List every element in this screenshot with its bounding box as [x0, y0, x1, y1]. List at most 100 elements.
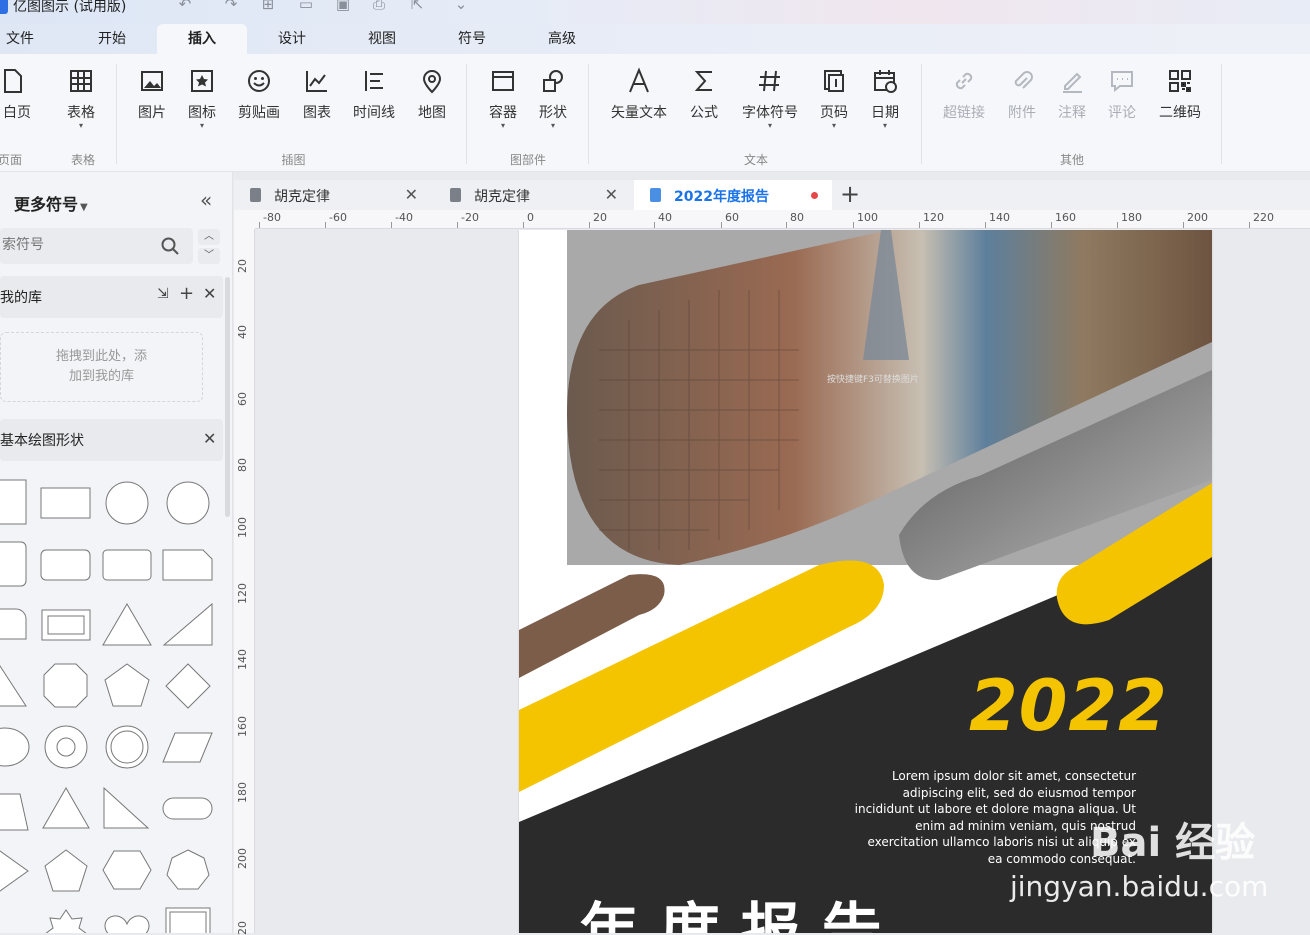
attachment-button[interactable]: 附件 [994, 62, 1050, 142]
ruler-tick [1183, 222, 1184, 228]
doc-tab[interactable]: 胡克定律 ✕ [434, 180, 632, 210]
sigma-icon [694, 71, 712, 91]
table-button[interactable]: 表格 ▾ [53, 62, 109, 142]
shape-snip-rectangle[interactable] [162, 549, 213, 581]
shape-diamond[interactable] [165, 663, 211, 709]
ruler-tick [457, 222, 458, 228]
shape-half-rounded[interactable] [0, 608, 27, 640]
ruler-tick [985, 222, 986, 228]
image-icon [141, 71, 163, 91]
page-number-button[interactable]: 页码 ▾ [806, 62, 862, 142]
collapse-panel-icon[interactable]: « [200, 188, 212, 212]
shape-hexagon-left[interactable] [0, 850, 29, 892]
shape-heptagon[interactable] [166, 849, 210, 890]
shape-circle[interactable] [105, 481, 149, 525]
icon-button[interactable]: 图标 ▾ [174, 62, 230, 142]
chart-button[interactable]: 图表 [289, 62, 345, 142]
shape-rounded-square[interactable] [0, 541, 27, 587]
scroll-up-icon[interactable]: ︿ [198, 229, 220, 245]
comment-icon [1111, 71, 1133, 93]
ruler-tick [325, 222, 326, 228]
shape-capsule[interactable] [162, 797, 213, 820]
shape-right-triangle-alt[interactable] [103, 786, 150, 829]
export-icon[interactable]: ⇱ [408, 0, 426, 13]
dropdown-icon: ▾ [500, 121, 505, 130]
hyperlink-button[interactable]: 超链接 [936, 62, 992, 142]
close-icon[interactable]: ✕ [203, 429, 216, 448]
shape-triangle-left[interactable] [0, 665, 27, 707]
import-icon[interactable]: ⇲ [157, 286, 169, 302]
headline-fragment: 年 度 报 告 [579, 897, 882, 933]
shape-pentagon[interactable] [104, 663, 150, 707]
add-icon[interactable]: + [179, 283, 194, 304]
pen-icon [1063, 72, 1082, 93]
panel-scrollbar[interactable] [225, 277, 230, 517]
save-icon[interactable]: ▣ [334, 0, 352, 13]
comment-button[interactable]: 评论 [1094, 62, 1150, 142]
shape-pentagon-alt[interactable] [44, 849, 88, 892]
menu-tab-view[interactable]: 视图 [352, 24, 412, 54]
menu-tab-advanced[interactable]: 高级 [532, 24, 592, 54]
formula-button[interactable]: 公式 [676, 62, 732, 142]
ruler-tick-label: 160 [236, 716, 249, 737]
image-button[interactable]: 图片 [124, 62, 180, 142]
more-chevron-icon[interactable]: ⌄ [452, 0, 470, 13]
panel-title[interactable]: 更多符号 ▼ [14, 191, 88, 215]
my-library-header[interactable]: 我的库 ⇲ + ✕ [0, 276, 223, 318]
print-icon[interactable]: ⎙ [370, 0, 388, 13]
page-button[interactable]: 白页 [0, 62, 40, 142]
dropdown-icon: ▾ [767, 121, 772, 130]
timeline-button[interactable]: 时间线 [346, 62, 402, 142]
new-file-icon[interactable]: ⊞ [259, 0, 277, 13]
vector-text-button[interactable]: 矢量文本 [604, 62, 674, 142]
cover-year[interactable]: 2022 [969, 665, 1168, 747]
menu-tab-home[interactable]: 开始 [82, 24, 142, 54]
shape-triangle-iso[interactable] [42, 786, 90, 829]
undo-icon[interactable]: ↶ [176, 0, 194, 13]
font-symbol-button[interactable]: 字体符号 ▾ [736, 62, 804, 142]
clipart-button[interactable]: 剪贴画 [231, 62, 287, 142]
shape-star[interactable] [45, 909, 87, 933]
note-button[interactable]: 注释 [1044, 62, 1100, 142]
menu-tab-file[interactable]: 文件 [0, 24, 40, 54]
map-button[interactable]: 地图 [404, 62, 460, 142]
scroll-down-icon[interactable]: ﹀ [198, 248, 220, 264]
menu-tab-symbol[interactable]: 符号 [442, 24, 502, 54]
shape-hexagon[interactable] [102, 850, 152, 890]
star-frame-icon [191, 70, 213, 92]
add-tab-icon[interactable]: + [840, 180, 860, 208]
date-button[interactable]: 日期 ▾ [857, 62, 913, 142]
doc-tab[interactable]: 胡克定律 ✕ [234, 180, 432, 210]
shape-ellipse-left[interactable] [0, 727, 30, 767]
shape-square[interactable] [0, 479, 27, 525]
shape-octagon[interactable] [43, 663, 88, 708]
doc-tab-active[interactable]: 2022年度报告 [634, 180, 832, 210]
shape-parallelogram[interactable] [162, 732, 213, 763]
open-folder-icon[interactable]: ▭ [297, 0, 315, 13]
menu-tab-insert[interactable]: 插入 [157, 24, 247, 54]
symbol-library-panel: 更多符号▼ « ︿ ﹀ 我的库 ⇲ + ✕ 拖拽到此处，添 加到我的库 基本绘图… [0, 172, 233, 933]
ruler-tick-label: 20 [593, 211, 607, 224]
redo-icon[interactable]: ↷ [222, 0, 240, 13]
container-button[interactable]: 容器 ▾ [475, 62, 531, 142]
shape-heart[interactable] [104, 915, 150, 933]
shape-trapezoid[interactable] [0, 793, 29, 831]
qrcode-button[interactable]: 二维码 [1152, 62, 1208, 142]
close-tab-icon[interactable]: ✕ [405, 185, 418, 204]
menu-tab-design[interactable]: 设计 [262, 24, 322, 54]
shape-button[interactable]: 形状 ▾ [525, 62, 581, 142]
shape-triangle[interactable] [102, 603, 152, 646]
close-icon[interactable]: ✕ [203, 284, 216, 303]
close-tab-icon[interactable]: ✕ [605, 185, 618, 204]
shape-rounded-rectangle[interactable] [40, 549, 91, 581]
menu-bar: 文件 开始 插入 设计 视图 符号 高级 [0, 24, 1310, 54]
basic-shapes-header[interactable]: 基本绘图形状 ✕ [0, 419, 223, 461]
shape-rounded-rectangle-alt[interactable] [102, 549, 152, 581]
library-drop-zone[interactable]: 拖拽到此处，添 加到我的库 [0, 332, 203, 402]
shape-right-triangle[interactable] [162, 602, 213, 646]
shape-ellipse[interactable] [166, 481, 210, 525]
search-input[interactable] [0, 236, 150, 254]
shape-rectangle[interactable] [40, 487, 91, 519]
horizontal-ruler: -80 -60 -40 -20 0 20 40 60 80 100 120 140 160 180 200 2… [255, 210, 1310, 229]
search-icon[interactable] [160, 236, 180, 256]
